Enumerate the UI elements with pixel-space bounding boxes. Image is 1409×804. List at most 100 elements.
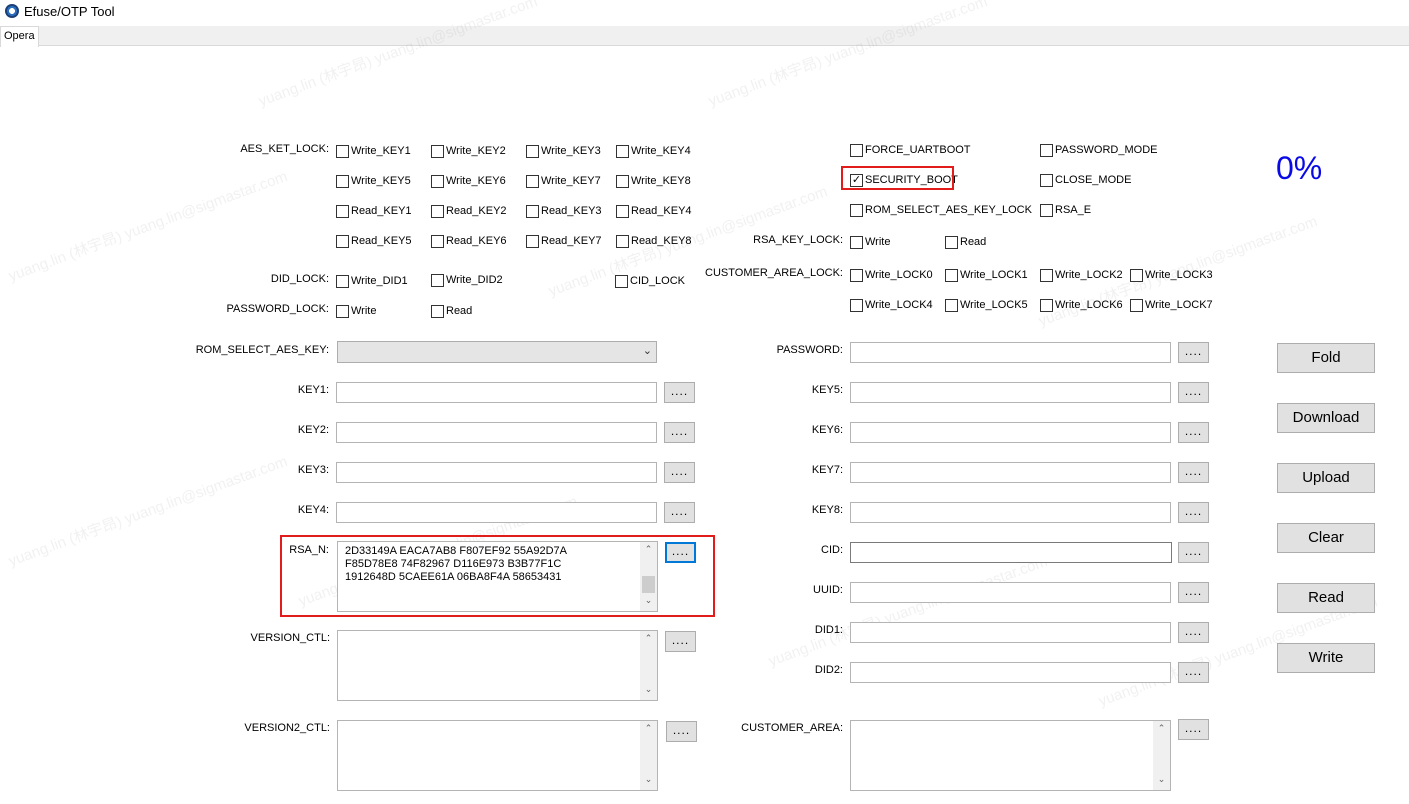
- write-lock3-checkbox[interactable]: Write_LOCK3: [1130, 267, 1213, 283]
- force-uartboot-checkbox[interactable]: FORCE_UARTBOOT: [850, 142, 971, 158]
- read-key8-checkbox[interactable]: Read_KEY8: [616, 233, 692, 249]
- write-did1-checkbox[interactable]: Write_DID1: [336, 273, 408, 289]
- chevron-up-icon[interactable]: ⌃: [1153, 723, 1170, 737]
- checkbox-box[interactable]: [431, 144, 444, 158]
- chevron-up-icon[interactable]: ⌃: [640, 723, 657, 737]
- checkbox-box[interactable]: [336, 304, 349, 318]
- write-lock0-checkbox[interactable]: Write_LOCK0: [850, 267, 933, 283]
- checkbox-box[interactable]: [850, 203, 863, 217]
- write-key8-checkbox[interactable]: Write_KEY8: [616, 173, 691, 189]
- write-lock6-checkbox[interactable]: Write_LOCK6: [1040, 297, 1123, 313]
- cid-lock-checkbox[interactable]: CID_LOCK: [615, 273, 685, 289]
- checkbox-box[interactable]: [1040, 298, 1053, 312]
- read-key7-checkbox[interactable]: Read_KEY7: [526, 233, 602, 249]
- read-key1-checkbox[interactable]: Read_KEY1: [336, 203, 412, 219]
- rsa-key-write-checkbox[interactable]: Write: [850, 234, 890, 250]
- checkbox-box[interactable]: [615, 274, 628, 288]
- write-lock1-checkbox[interactable]: Write_LOCK1: [945, 267, 1028, 283]
- key8-browse-button[interactable]: ....: [1178, 502, 1209, 523]
- checkbox-box[interactable]: [526, 234, 539, 248]
- write-key5-checkbox[interactable]: Write_KEY5: [336, 173, 411, 189]
- read-key5-checkbox[interactable]: Read_KEY5: [336, 233, 412, 249]
- checkbox-box[interactable]: [431, 304, 444, 318]
- checkbox-box[interactable]: [1040, 203, 1053, 217]
- scrollbar[interactable]: ⌃ ⌄: [640, 631, 657, 700]
- chevron-down-icon[interactable]: ⌄: [1153, 774, 1170, 788]
- tab-opera[interactable]: Opera: [0, 26, 39, 47]
- checkbox-box[interactable]: [336, 274, 349, 288]
- password-write-checkbox[interactable]: Write: [336, 303, 376, 319]
- checkbox-box[interactable]: [1130, 268, 1143, 282]
- checkbox-box[interactable]: [850, 298, 863, 312]
- checkbox-box[interactable]: [526, 204, 539, 218]
- uuid-browse-button[interactable]: ....: [1178, 582, 1209, 603]
- scrollbar[interactable]: ⌃ ⌄: [640, 721, 657, 790]
- checkbox-box[interactable]: [850, 268, 863, 282]
- chevron-down-icon[interactable]: ⌄: [640, 774, 657, 788]
- checkbox-box[interactable]: [336, 204, 349, 218]
- cid-field[interactable]: [850, 542, 1172, 563]
- write-lock7-checkbox[interactable]: Write_LOCK7: [1130, 297, 1213, 313]
- checkbox-box[interactable]: [431, 273, 444, 287]
- did2-field[interactable]: [850, 662, 1171, 683]
- checkbox-box[interactable]: [945, 298, 958, 312]
- checkbox-box[interactable]: [850, 235, 863, 249]
- checkbox-box[interactable]: [336, 144, 349, 158]
- read-key3-checkbox[interactable]: Read_KEY3: [526, 203, 602, 219]
- rom-select-aes-key-dropdown[interactable]: ⌄: [337, 341, 657, 363]
- checkbox-box[interactable]: [1130, 298, 1143, 312]
- close-mode-checkbox[interactable]: CLOSE_MODE: [1040, 172, 1131, 188]
- write-key1-checkbox[interactable]: Write_KEY1: [336, 143, 411, 159]
- checkbox-box[interactable]: [431, 234, 444, 248]
- rom-select-aes-key-lock-checkbox[interactable]: ROM_SELECT_AES_KEY_LOCK: [850, 202, 1032, 218]
- read-button[interactable]: Read: [1277, 583, 1375, 613]
- checkbox-box[interactable]: [616, 234, 629, 248]
- checkbox-box[interactable]: [336, 234, 349, 248]
- version2-ctl-browse-button[interactable]: ....: [666, 721, 697, 742]
- key6-field[interactable]: [850, 422, 1171, 443]
- cid-browse-button[interactable]: ....: [1178, 542, 1209, 563]
- read-key6-checkbox[interactable]: Read_KEY6: [431, 233, 507, 249]
- write-key7-checkbox[interactable]: Write_KEY7: [526, 173, 601, 189]
- version2-ctl-textarea[interactable]: ⌃ ⌄: [337, 720, 658, 791]
- checkbox-box[interactable]: [526, 144, 539, 158]
- write-did2-checkbox[interactable]: Write_DID2: [431, 272, 503, 288]
- rsa-e-checkbox[interactable]: RSA_E: [1040, 202, 1091, 218]
- did1-browse-button[interactable]: ....: [1178, 622, 1209, 643]
- write-key6-checkbox[interactable]: Write_KEY6: [431, 173, 506, 189]
- key1-field[interactable]: [336, 382, 657, 403]
- checkbox-box[interactable]: [431, 204, 444, 218]
- write-key4-checkbox[interactable]: Write_KEY4: [616, 143, 691, 159]
- key5-browse-button[interactable]: ....: [1178, 382, 1209, 403]
- fold-button[interactable]: Fold: [1277, 343, 1375, 373]
- write-key3-checkbox[interactable]: Write_KEY3: [526, 143, 601, 159]
- key1-browse-button[interactable]: ....: [664, 382, 695, 403]
- key4-browse-button[interactable]: ....: [664, 502, 695, 523]
- write-lock5-checkbox[interactable]: Write_LOCK5: [945, 297, 1028, 313]
- checkbox-box[interactable]: [1040, 143, 1053, 157]
- scrollbar[interactable]: ⌃ ⌄: [1153, 721, 1170, 790]
- key7-field[interactable]: [850, 462, 1171, 483]
- password-read-checkbox[interactable]: Read: [431, 303, 472, 319]
- checkbox-box[interactable]: [336, 174, 349, 188]
- key6-browse-button[interactable]: ....: [1178, 422, 1209, 443]
- checkbox-box[interactable]: [616, 174, 629, 188]
- checkbox-box[interactable]: [1040, 173, 1053, 187]
- key2-browse-button[interactable]: ....: [664, 422, 695, 443]
- rsa-key-read-checkbox[interactable]: Read: [945, 234, 986, 250]
- uuid-field[interactable]: [850, 582, 1171, 603]
- chevron-up-icon[interactable]: ⌃: [640, 633, 657, 647]
- write-lock4-checkbox[interactable]: Write_LOCK4: [850, 297, 933, 313]
- did1-field[interactable]: [850, 622, 1171, 643]
- upload-button[interactable]: Upload: [1277, 463, 1375, 493]
- customer-area-textarea[interactable]: ⌃ ⌄: [850, 720, 1171, 791]
- write-button[interactable]: Write: [1277, 643, 1375, 673]
- checkbox-box[interactable]: [850, 143, 863, 157]
- read-key2-checkbox[interactable]: Read_KEY2: [431, 203, 507, 219]
- read-key4-checkbox[interactable]: Read_KEY4: [616, 203, 692, 219]
- checkbox-box[interactable]: [1040, 268, 1053, 282]
- key3-field[interactable]: [336, 462, 657, 483]
- password-mode-checkbox[interactable]: PASSWORD_MODE: [1040, 142, 1157, 158]
- password-browse-button[interactable]: ....: [1178, 342, 1209, 363]
- checkbox-box[interactable]: [616, 144, 629, 158]
